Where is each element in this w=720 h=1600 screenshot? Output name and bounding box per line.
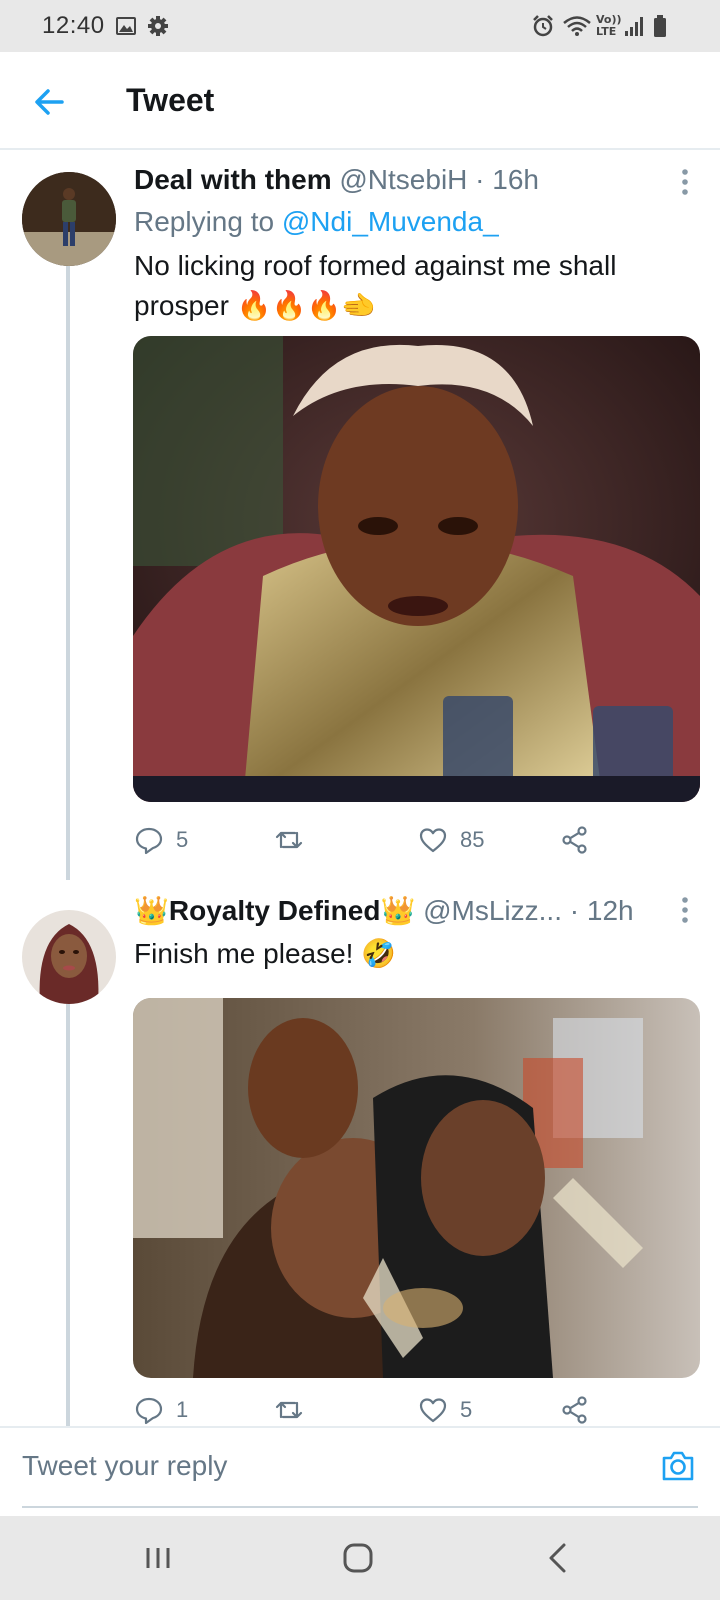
- retweet-button[interactable]: [274, 1390, 316, 1430]
- tweet-2[interactable]: 👑Royalty Defined👑 @MsLizz... · 12h Finis…: [0, 880, 720, 1426]
- reply-button[interactable]: 5: [134, 820, 188, 860]
- like-count: 85: [460, 827, 485, 852]
- page-title: Tweet: [126, 82, 215, 118]
- reply-button[interactable]: 1: [134, 1390, 188, 1430]
- replying-prefix: Replying to: [134, 206, 282, 237]
- author-handle[interactable]: @NtsebiH: [339, 164, 467, 195]
- arrow-left-icon[interactable]: [26, 78, 74, 126]
- reply-count: 5: [176, 827, 189, 852]
- back-icon[interactable]: [538, 1538, 578, 1578]
- reply-count: 1: [176, 1397, 189, 1422]
- share-button[interactable]: [560, 1390, 590, 1430]
- camera-icon[interactable]: [658, 1446, 698, 1486]
- heart-icon: [419, 828, 447, 853]
- reply-input[interactable]: [22, 1438, 622, 1494]
- share-icon: [562, 1396, 587, 1424]
- status-time: 12:40: [42, 12, 105, 39]
- tweet-header: Deal with them @NtsebiH · 16h: [134, 164, 539, 196]
- volte-icon: Vo)) LTE: [596, 13, 622, 38]
- gear-icon: [148, 16, 168, 36]
- tweet-text: Finish me please! 🤣: [134, 938, 397, 969]
- author-name[interactable]: Deal with them: [134, 164, 332, 195]
- like-count: 5: [460, 1397, 473, 1422]
- wifi-icon: [563, 16, 591, 36]
- like-button[interactable]: 5: [418, 1390, 472, 1430]
- home-icon[interactable]: [338, 1538, 378, 1578]
- signal-icon: [625, 17, 643, 36]
- tweet-media-image[interactable]: [133, 998, 700, 1378]
- tweet-header: 👑Royalty Defined👑 @MsLizz... · 12h: [134, 894, 634, 927]
- tweet-time: 16h: [492, 164, 539, 195]
- tweet-time: 12h: [586, 895, 634, 926]
- share-icon: [562, 826, 587, 854]
- recent-apps-icon[interactable]: [138, 1538, 178, 1578]
- retweet-icon: [275, 1401, 303, 1419]
- reply-icon: [135, 827, 163, 855]
- avatar[interactable]: [22, 172, 116, 266]
- share-button[interactable]: [560, 820, 590, 860]
- composer-underline: [22, 1506, 698, 1508]
- status-bar: 12:40 Vo)) LTE: [0, 0, 720, 52]
- thread-line: [66, 996, 70, 1426]
- retweet-button[interactable]: [274, 820, 316, 860]
- more-vertical-icon[interactable]: [670, 892, 700, 928]
- heart-icon: [419, 1398, 447, 1423]
- separator-dot: ·: [569, 895, 580, 926]
- mention-link[interactable]: @Ndi_Muvenda_: [282, 206, 499, 237]
- image-icon: [116, 17, 136, 35]
- reply-composer: [0, 1426, 720, 1516]
- system-nav-bar: [0, 1516, 720, 1600]
- author-handle[interactable]: @MsLizz...: [423, 895, 562, 926]
- battery-icon: [654, 15, 666, 37]
- avatar[interactable]: [22, 910, 116, 1004]
- tweet-media-image[interactable]: [133, 336, 700, 802]
- tweet-actions: 5 85: [134, 820, 614, 860]
- author-name[interactable]: 👑Royalty Defined👑: [134, 895, 415, 926]
- more-vertical-icon[interactable]: [670, 164, 700, 200]
- tweet-actions: 1 5: [134, 1390, 614, 1430]
- tweet-1[interactable]: Deal with them @NtsebiH · 16h Replying t…: [0, 150, 720, 880]
- retweet-icon: [275, 831, 303, 849]
- app-header: Tweet: [0, 52, 720, 150]
- thread-line: [66, 266, 70, 880]
- like-button[interactable]: 85: [418, 820, 484, 860]
- replying-to: Replying to @Ndi_Muvenda_: [134, 206, 499, 238]
- tweet-text: No licking roof formed against me shall …: [134, 250, 617, 321]
- alarm-icon: [533, 15, 553, 37]
- reply-icon: [135, 1397, 163, 1425]
- separator-dot: ·: [475, 164, 485, 195]
